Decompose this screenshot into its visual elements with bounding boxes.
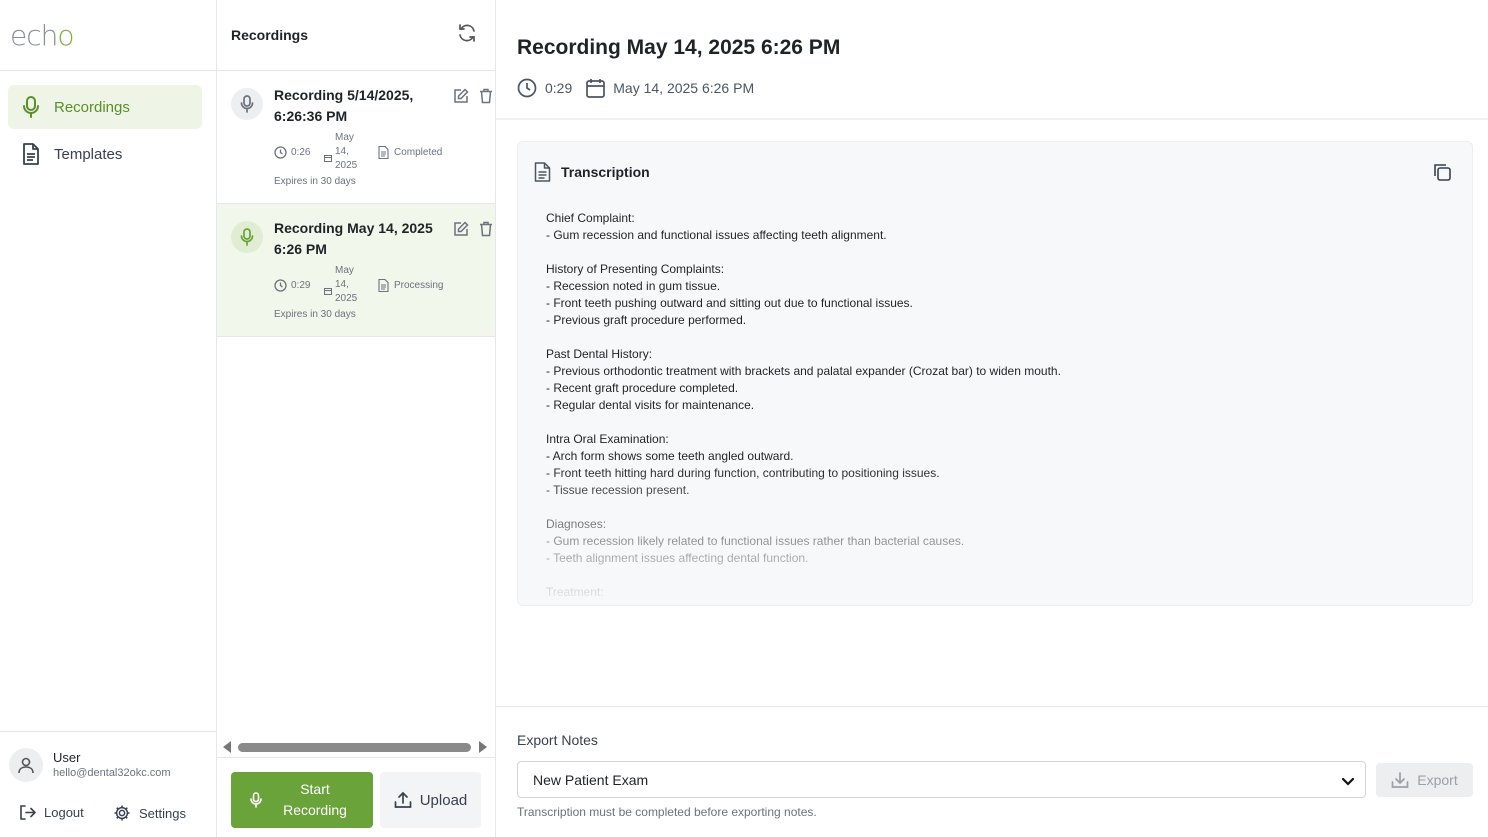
document-icon bbox=[378, 146, 389, 159]
document-icon bbox=[534, 162, 551, 182]
document-icon bbox=[20, 143, 42, 165]
status-text: Processing bbox=[394, 280, 444, 291]
user-name: User bbox=[53, 750, 81, 765]
recording-date-month: May bbox=[335, 265, 354, 276]
start-recording-button[interactable]: Start Recording bbox=[231, 772, 373, 828]
gear-icon bbox=[114, 805, 130, 821]
detail-header: Recording May 14, 2025 6:26 PM 0:29 May … bbox=[496, 0, 1488, 120]
sidebar-item-label: Templates bbox=[54, 145, 123, 163]
sidebar-item-recordings[interactable]: Recordings bbox=[8, 85, 202, 129]
app-window: echo Recordings Templates User hello@den… bbox=[0, 0, 1488, 837]
expiry-text: Expires in 30 days bbox=[274, 176, 356, 187]
detail-date: May 14, 2025 6:26 PM bbox=[586, 78, 754, 98]
recording-date-rest: 14, 2025 bbox=[335, 146, 358, 171]
calendar-icon bbox=[324, 149, 332, 167]
logout-button[interactable]: Logout bbox=[19, 804, 84, 821]
date-text: May 14, 2025 6:26 PM bbox=[613, 80, 755, 96]
sidebar-item-label: Recordings bbox=[54, 98, 130, 116]
duration-text: 0:26 bbox=[291, 147, 311, 158]
chevron-down-icon bbox=[1341, 774, 1355, 790]
logout-icon bbox=[20, 805, 36, 820]
recording-list-item[interactable]: Recording 5/14/2025, 6:26:36 PM May 0:26… bbox=[217, 71, 495, 204]
sidebar-item-templates[interactable]: Templates bbox=[8, 132, 202, 176]
status-text: Completed bbox=[394, 147, 443, 158]
export-label: Export bbox=[1417, 772, 1458, 788]
edit-icon[interactable] bbox=[453, 88, 469, 109]
calendar-icon bbox=[324, 282, 332, 300]
logout-label: Logout bbox=[44, 805, 84, 820]
recording-title: Recording May 14, 2025 6:26 PM bbox=[274, 220, 433, 257]
template-select-value: New Patient Exam bbox=[533, 771, 649, 788]
export-button[interactable]: Export bbox=[1376, 763, 1473, 797]
clock-icon bbox=[517, 78, 537, 98]
calendar-icon bbox=[586, 79, 606, 98]
status-badge: Completed bbox=[378, 146, 442, 159]
trash-icon[interactable] bbox=[479, 221, 493, 242]
recording-detail: Recording May 14, 2025 6:26 PM 0:29 May … bbox=[496, 0, 1488, 837]
recordings-header: Recordings bbox=[217, 0, 495, 71]
logo: echo bbox=[0, 0, 216, 71]
export-helper-text: Transcription must be completed before e… bbox=[517, 805, 817, 819]
download-icon bbox=[1391, 772, 1409, 788]
trash-icon[interactable] bbox=[479, 88, 493, 109]
recordings-header-title: Recordings bbox=[231, 27, 309, 43]
sidebar: echo Recordings Templates User hello@den… bbox=[0, 0, 217, 837]
logo-main: ech bbox=[10, 18, 58, 52]
logo-accent: o bbox=[57, 18, 74, 52]
expiry-text: Expires in 30 days bbox=[274, 309, 356, 320]
user-panel: User hello@dental32okc.com Logout Settin… bbox=[0, 731, 216, 837]
duration-text: 0:29 bbox=[545, 80, 573, 96]
detail-meta: 0:29 May 14, 2025 6:26 PM bbox=[517, 78, 768, 98]
scroll-left-arrow-icon[interactable] bbox=[223, 741, 231, 753]
microphone-icon bbox=[20, 96, 42, 118]
horizontal-scrollbar[interactable] bbox=[221, 740, 491, 754]
duration-text: 0:29 bbox=[291, 280, 311, 291]
avatar[interactable] bbox=[9, 748, 43, 782]
recording-duration: 0:29 bbox=[274, 279, 310, 292]
recording-title: Recording 5/14/2025, 6:26:36 PM bbox=[274, 87, 414, 124]
export-notes-section: Export Notes New Patient Exam Export Tra… bbox=[496, 706, 1488, 837]
transcription-title: Transcription bbox=[561, 164, 650, 180]
logo-text: echo bbox=[10, 18, 75, 52]
settings-label: Settings bbox=[139, 805, 186, 821]
edit-icon[interactable] bbox=[453, 221, 469, 242]
transcript-fade-overlay bbox=[518, 465, 1472, 605]
export-notes-label: Export Notes bbox=[517, 732, 598, 748]
clock-icon bbox=[274, 279, 287, 292]
upload-label: Upload bbox=[419, 791, 468, 809]
upload-icon bbox=[394, 791, 412, 808]
recordings-panel: Recordings Recording 5/14/2025, 6:26:36 … bbox=[217, 0, 496, 837]
page-title: Recording May 14, 2025 6:26 PM bbox=[517, 36, 841, 59]
recording-date-rest: 14, 2025 bbox=[335, 279, 358, 304]
user-email: hello@dental32okc.com bbox=[53, 767, 171, 779]
upload-button[interactable]: Upload bbox=[380, 772, 481, 828]
scroll-right-arrow-icon[interactable] bbox=[479, 741, 487, 753]
start-recording-label: Start Recording bbox=[283, 781, 347, 818]
recording-duration: 0:26 bbox=[274, 146, 310, 159]
microphone-icon bbox=[231, 221, 263, 253]
status-badge: Processing bbox=[378, 279, 443, 292]
settings-button[interactable]: Settings bbox=[113, 804, 186, 822]
recording-date-month: May bbox=[335, 132, 354, 143]
transcription-header: Transcription bbox=[534, 162, 650, 182]
template-select[interactable]: New Patient Exam bbox=[517, 761, 1366, 798]
refresh-icon[interactable] bbox=[457, 23, 477, 48]
recordings-actions: Start Recording Upload bbox=[217, 757, 495, 837]
clock-icon bbox=[274, 146, 287, 159]
microphone-icon bbox=[231, 88, 263, 120]
scrollbar-thumb[interactable] bbox=[238, 743, 471, 752]
detail-duration: 0:29 bbox=[517, 78, 572, 98]
microphone-icon bbox=[250, 792, 262, 808]
document-icon bbox=[378, 279, 389, 292]
copy-icon[interactable] bbox=[1432, 162, 1452, 187]
recording-list-item[interactable]: Recording May 14, 2025 6:26 PM May 0:29 … bbox=[217, 204, 495, 337]
transcription-card: Transcription Chief Complaint: - Gum rec… bbox=[517, 141, 1473, 606]
